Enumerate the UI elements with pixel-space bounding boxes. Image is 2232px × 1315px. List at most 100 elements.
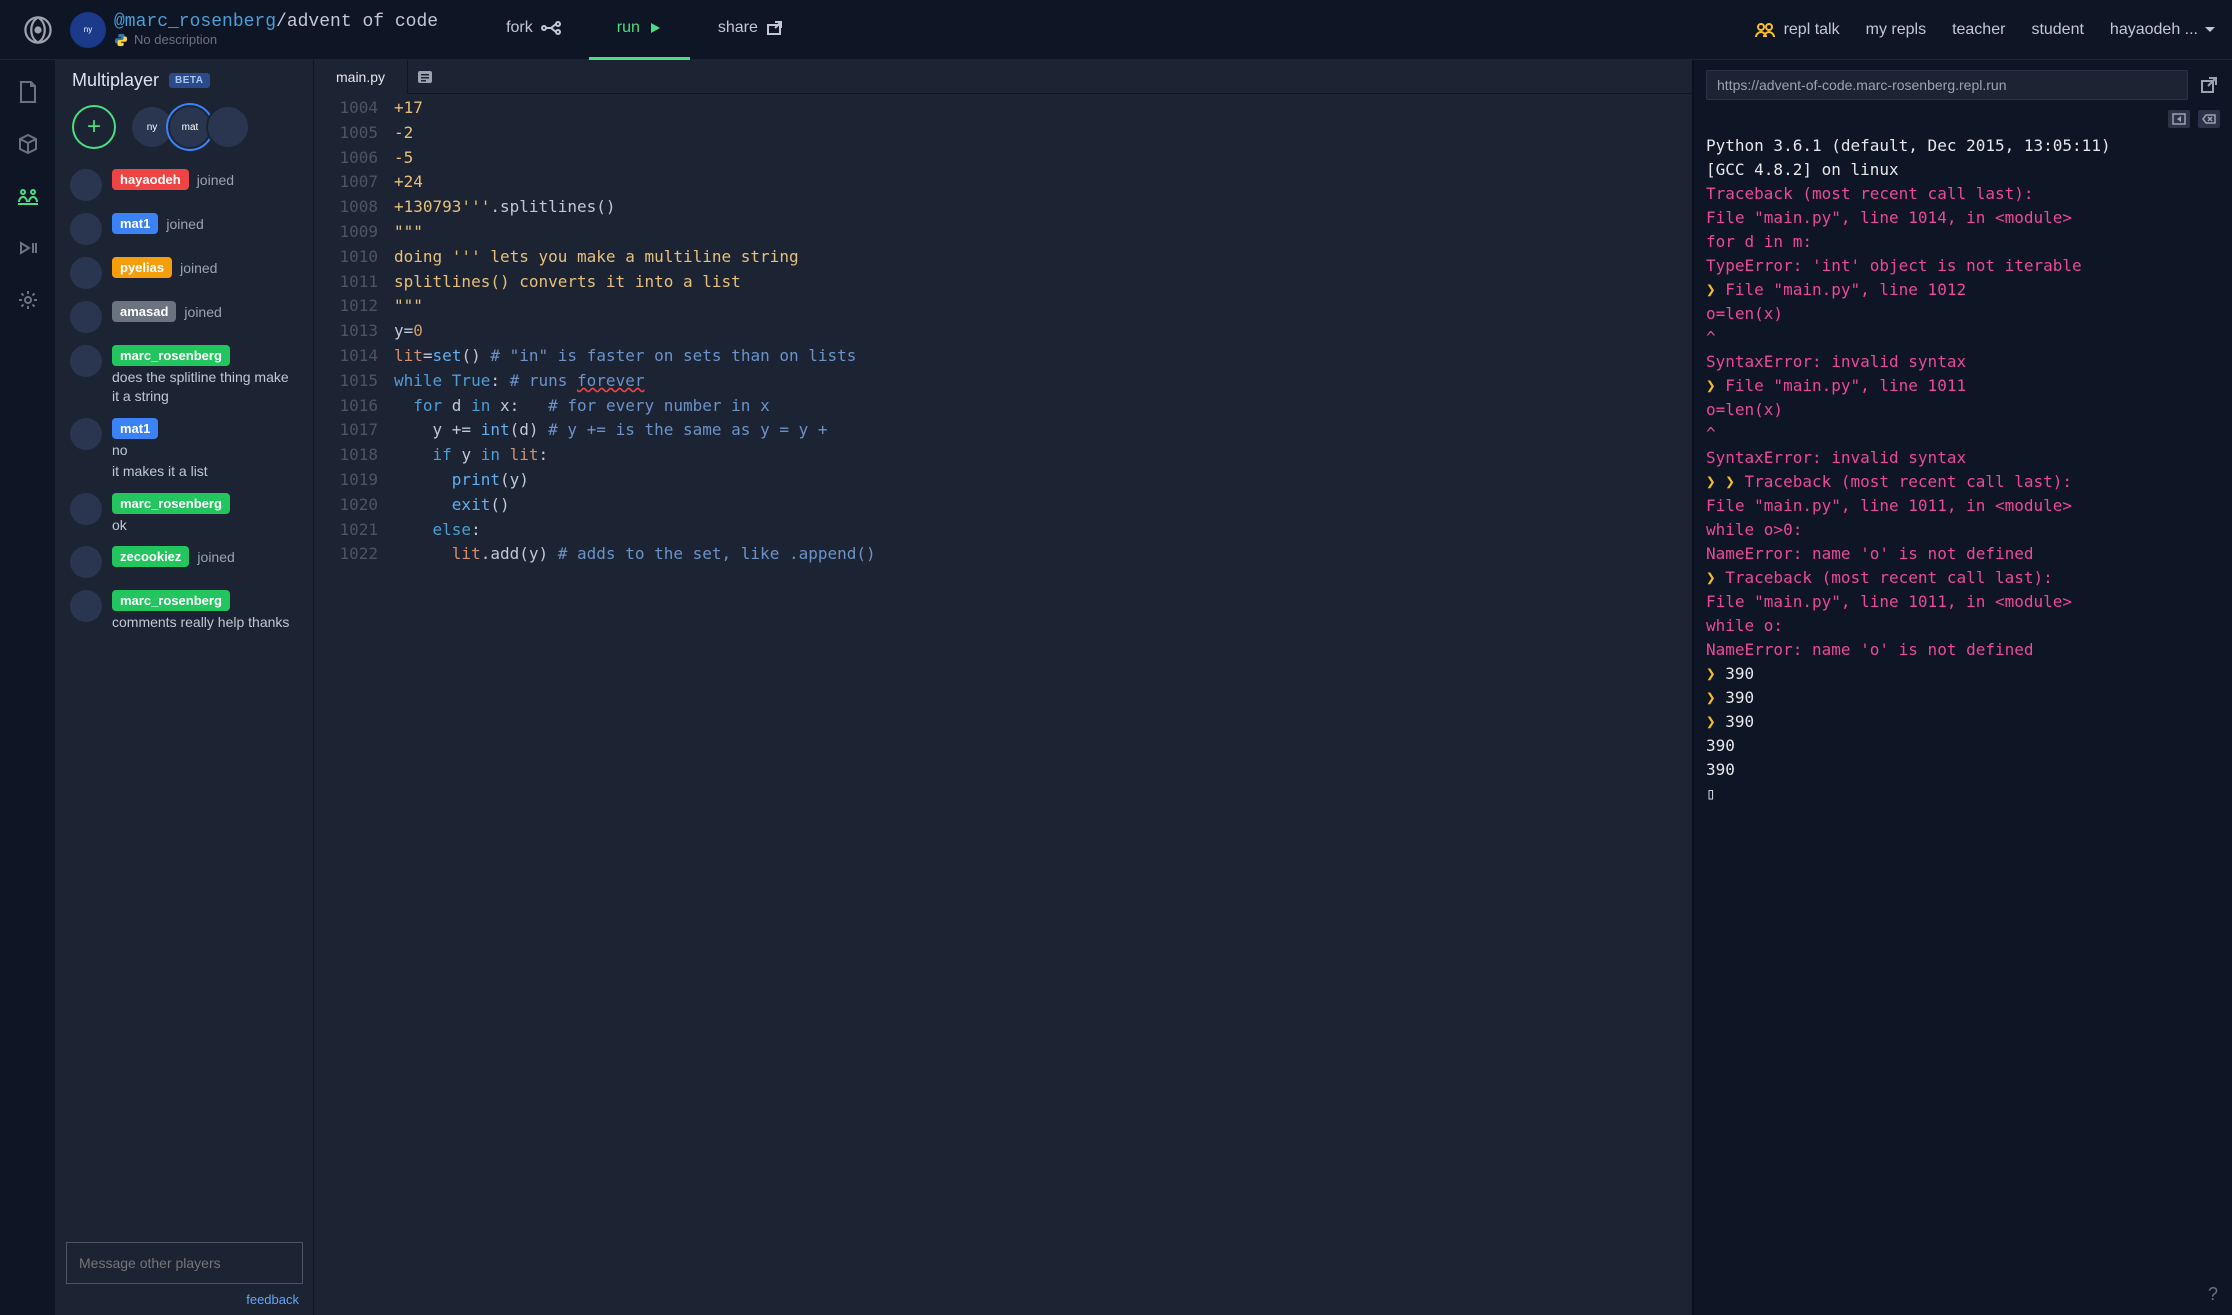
- share-icon: [766, 20, 784, 36]
- fork-button[interactable]: fork: [478, 0, 589, 60]
- code-line[interactable]: 1007+24: [314, 170, 1692, 195]
- console-output[interactable]: Python 3.6.1 (default, Dec 2015, 13:05:1…: [1694, 132, 2232, 1315]
- line-number: 1021: [314, 518, 394, 543]
- console-line: while o>0:: [1706, 518, 2220, 542]
- header-right-nav: repl talk my repls teacher student hayao…: [1754, 21, 2216, 39]
- line-number: 1011: [314, 270, 394, 295]
- line-number: 1010: [314, 245, 394, 270]
- console-line: NameError: name 'o' is not defined: [1706, 542, 2220, 566]
- packages-icon[interactable]: [16, 132, 40, 156]
- code-line[interactable]: 1009""": [314, 220, 1692, 245]
- share-button[interactable]: share: [690, 0, 812, 60]
- message-input[interactable]: [66, 1242, 303, 1284]
- code-line[interactable]: 1012""": [314, 294, 1692, 319]
- owner-handle[interactable]: @marc_rosenberg: [114, 12, 276, 32]
- line-number: 1014: [314, 344, 394, 369]
- student-link[interactable]: student: [2031, 21, 2083, 39]
- feedback-link[interactable]: feedback: [56, 1284, 313, 1307]
- open-external-icon[interactable]: [2198, 74, 2220, 96]
- settings-icon[interactable]: [16, 288, 40, 312]
- line-number: 1004: [314, 96, 394, 121]
- code-line[interactable]: 1005-2: [314, 121, 1692, 146]
- console-line: [GCC 4.8.2] on linux: [1706, 158, 2220, 182]
- code-line[interactable]: 1010doing ''' lets you make a multiline …: [314, 245, 1692, 270]
- code-line[interactable]: 1016 for d in x: # for every number in x: [314, 394, 1692, 419]
- owner-avatar-icon[interactable]: ny: [70, 12, 106, 48]
- code-line[interactable]: 1013y=0: [314, 319, 1692, 344]
- presence-avatar-icon[interactable]: [206, 105, 250, 149]
- console-line: o=len(x): [1706, 398, 2220, 422]
- code-line[interactable]: 1011splitlines() converts it into a list: [314, 270, 1692, 295]
- console-line: ^: [1706, 422, 2220, 446]
- feed-item: marc_rosenbergcomments really help thank…: [66, 586, 303, 640]
- feed-item: marc_rosenbergok: [66, 489, 303, 543]
- joined-label: joined: [197, 549, 234, 565]
- people-icon: [1754, 22, 1776, 38]
- code-line[interactable]: 1014lit=set() # "in" is faster on sets t…: [314, 344, 1692, 369]
- code-line[interactable]: 1021 else:: [314, 518, 1692, 543]
- user-avatar-icon: [70, 546, 102, 578]
- help-icon[interactable]: ?: [2208, 1284, 2218, 1305]
- line-number: 1012: [314, 294, 394, 319]
- code-line[interactable]: 1008+130793'''.splitlines(): [314, 195, 1692, 220]
- code-line[interactable]: 1018 if y in lit:: [314, 443, 1692, 468]
- user-name-badge[interactable]: zecookiez: [112, 546, 189, 567]
- editor-column: main.py 1004+171005-21006-51007+241008+1…: [314, 60, 1692, 1315]
- line-number: 1022: [314, 542, 394, 567]
- run-button[interactable]: run: [589, 0, 690, 60]
- file-list-icon[interactable]: [408, 60, 442, 94]
- my-repls-link[interactable]: my repls: [1866, 21, 1926, 39]
- console-toolbar: [1694, 110, 2232, 132]
- console-popout-icon[interactable]: [2168, 110, 2190, 128]
- user-name-badge[interactable]: pyelias: [112, 257, 172, 278]
- line-number: 1015: [314, 369, 394, 394]
- add-player-button[interactable]: +: [72, 105, 116, 149]
- feed-item: hayaodeh joined: [66, 165, 303, 209]
- joined-label: joined: [197, 172, 234, 188]
- user-name-badge[interactable]: amasad: [112, 301, 176, 322]
- debugger-icon[interactable]: [16, 236, 40, 260]
- sidebar-title: Multiplayer: [72, 70, 159, 91]
- console-column: Python 3.6.1 (default, Dec 2015, 13:05:1…: [1692, 60, 2232, 1315]
- console-line: ❯ File "main.py", line 1011: [1706, 374, 2220, 398]
- line-number: 1018: [314, 443, 394, 468]
- feed-message: does the splitline thing make it a strin…: [112, 368, 299, 406]
- code-line[interactable]: 1022 lit.add(y) # adds to the set, like …: [314, 542, 1692, 567]
- user-name-badge[interactable]: marc_rosenberg: [112, 590, 230, 611]
- console-clear-icon[interactable]: [2198, 110, 2220, 128]
- code-line[interactable]: 1019 print(y): [314, 468, 1692, 493]
- user-avatar-icon: [70, 169, 102, 201]
- line-number: 1005: [314, 121, 394, 146]
- code-line[interactable]: 1020 exit(): [314, 493, 1692, 518]
- multiplayer-icon[interactable]: [16, 184, 40, 208]
- user-avatar-icon: [70, 590, 102, 622]
- feed-item: mat1joined: [66, 209, 303, 253]
- beta-badge: BETA: [169, 73, 209, 88]
- code-line[interactable]: 1006-5: [314, 146, 1692, 171]
- code-line[interactable]: 1017 y += int(d) # y += is the same as y…: [314, 418, 1692, 443]
- code-line[interactable]: 1015while True: # runs forever: [314, 369, 1692, 394]
- user-name-badge[interactable]: marc_rosenberg: [112, 493, 230, 514]
- code-editor[interactable]: 1004+171005-21006-51007+241008+130793'''…: [314, 94, 1692, 1315]
- user-name-badge[interactable]: mat1: [112, 213, 158, 234]
- teacher-link[interactable]: teacher: [1952, 21, 2005, 39]
- header-actions: fork run share: [478, 0, 812, 60]
- user-name-badge[interactable]: marc_rosenberg: [112, 345, 230, 366]
- files-icon[interactable]: [16, 80, 40, 104]
- feed-message: no: [112, 441, 299, 460]
- console-line: SyntaxError: invalid syntax: [1706, 350, 2220, 374]
- repl-url-input[interactable]: [1706, 70, 2188, 100]
- console-line: Python 3.6.1 (default, Dec 2015, 13:05:1…: [1706, 134, 2220, 158]
- editor-tab[interactable]: main.py: [314, 60, 408, 94]
- user-name-badge[interactable]: hayaodeh: [112, 169, 189, 190]
- logo-icon[interactable]: [16, 8, 60, 52]
- code-line[interactable]: 1004+17: [314, 96, 1692, 121]
- line-number: 1020: [314, 493, 394, 518]
- user-name-badge[interactable]: mat1: [112, 418, 158, 439]
- project-breadcrumb[interactable]: @marc_rosenberg/advent of code: [114, 12, 438, 32]
- feed-item: marc_rosenbergdoes the splitline thing m…: [66, 341, 303, 414]
- repl-talk-link[interactable]: repl talk: [1754, 21, 1840, 39]
- fork-icon: [541, 20, 561, 36]
- user-menu[interactable]: hayaodeh ...: [2110, 21, 2216, 39]
- joined-label: joined: [184, 304, 221, 320]
